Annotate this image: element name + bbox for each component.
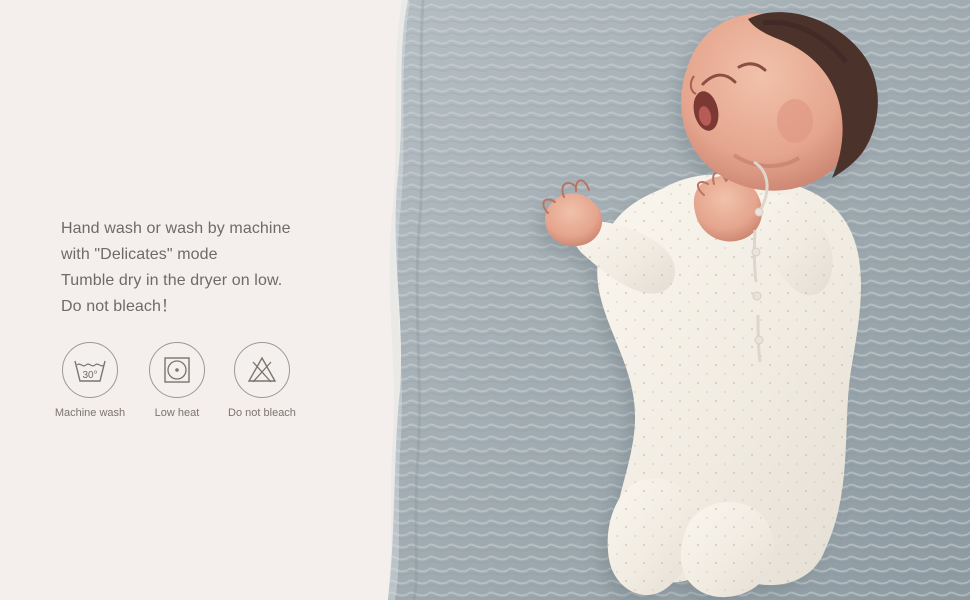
care-instructions-text: Hand wash or wash by machine with "Delic…: [61, 216, 371, 320]
machine-wash-label: Machine wash: [54, 407, 126, 419]
machine-wash-30-icon: 30°: [62, 342, 118, 398]
care-icons-row: 30° Machine wash Low heat Do not bleach: [52, 342, 312, 422]
low-heat-care-item: Low heat: [148, 342, 206, 420]
baby-sleeping-on-muslin-blanket-photo: [388, 0, 970, 600]
do-not-bleach-label: Do not bleach: [228, 407, 296, 419]
product-care-banner: Hand wash or wash by machine with "Delic…: [0, 0, 970, 600]
care-line-wash: Hand wash or wash by machine: [61, 220, 291, 237]
care-line-bleach: Do not bleach！: [61, 298, 178, 315]
care-line-delicates: with "Delicates" mode: [61, 246, 218, 263]
low-heat-label: Low heat: [154, 407, 200, 419]
machine-wash-temperature: 30°: [82, 370, 97, 381]
do-not-bleach-care-item: Do not bleach: [224, 342, 300, 420]
care-info-panel: Hand wash or wash by machine with "Delic…: [0, 0, 398, 600]
machine-wash-care-item: 30° Machine wash: [52, 342, 128, 420]
do-not-bleach-icon: [234, 342, 290, 398]
low-heat-tumble-dry-icon: [149, 342, 205, 398]
care-line-dryer: Tumble dry in the dryer on low.: [61, 272, 283, 289]
